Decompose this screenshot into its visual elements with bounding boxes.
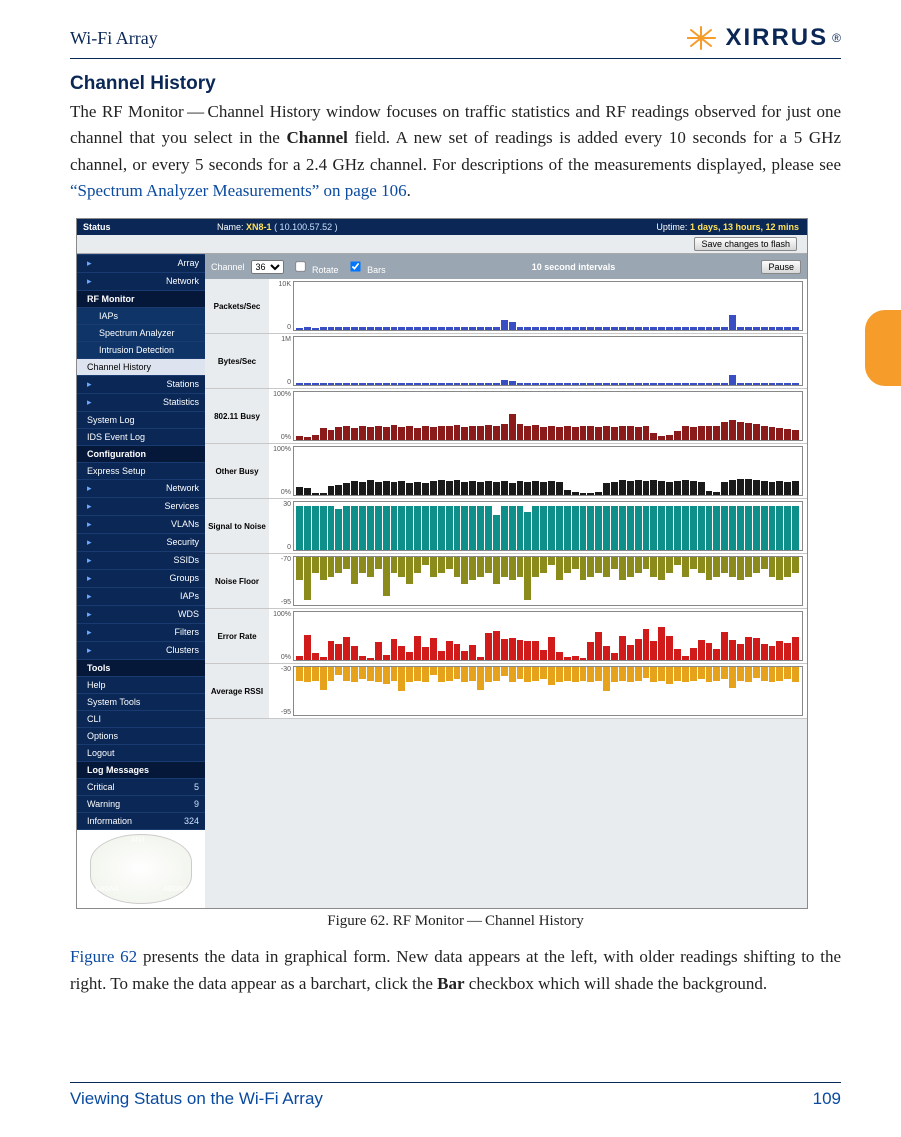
channel-label: Channel [211,262,245,272]
brand-logo: XIRRUS ® [687,24,841,52]
sidebar-item[interactable]: Array [77,254,205,272]
sidebar-item[interactable]: Security [77,533,205,551]
running-header: Wi-Fi Array XIRRUS [70,24,841,59]
iap-diagram: AN4 ABGN4 ABGN1 [77,829,205,908]
sidebar-item[interactable]: System Tools [77,693,205,710]
sidebar-item[interactable]: IAPs [77,587,205,605]
chart-plot [293,391,803,441]
chart-axis: 300 [269,499,293,553]
page-footer: Viewing Status on the Wi-Fi Array 109 [70,1082,841,1109]
device-name: Name: XN8-1 ( 10.100.57.52 ) [211,222,338,232]
sidebar-item[interactable]: Clusters [77,641,205,659]
chart-row: Average RSSI-30-95 [205,664,807,719]
sidebar-item[interactable]: Stations [77,375,205,393]
chart-plot [293,336,803,386]
sidebar-item[interactable]: IDS Event Log [77,428,205,445]
channel-select[interactable]: 36 [251,260,284,274]
section-heading: Channel History [70,73,841,95]
sidebar-item[interactable]: Help [77,676,205,693]
chart-axis: -30-95 [269,664,293,718]
save-button[interactable]: Save changes to flash [694,237,797,251]
screenshot-ui: Status Name: XN8-1 ( 10.100.57.52 ) Upti… [76,218,808,909]
xref-spectrum-analyzer[interactable]: “Spectrum Analyzer Measurements” on page… [70,181,407,200]
log-count[interactable]: Information324 [77,812,205,829]
status-label: Status [77,222,211,232]
sidebar-item[interactable]: Logout [77,744,205,761]
sidebar-item[interactable]: IAPs [77,307,205,324]
thumb-tab [865,310,901,386]
sidebar-item[interactable]: Channel History [77,358,205,375]
chart-row: Packets/Sec10K0 [205,279,807,334]
xref-figure-62[interactable]: Figure 62 [70,947,137,966]
sidebar-item[interactable]: Services [77,497,205,515]
chart-axis: 100%0% [269,389,293,443]
sidebar-item: RF Monitor [77,290,205,307]
chart-axis: -70-95 [269,554,293,608]
chart-label: Average RSSI [205,664,269,718]
chart-row: Error Rate100%0% [205,609,807,664]
sidebar-item[interactable]: Options [77,727,205,744]
chart-row: Signal to Noise300 [205,499,807,554]
figure-62: Status Name: XN8-1 ( 10.100.57.52 ) Upti… [70,218,841,930]
chart-axis: 100%0% [269,609,293,663]
uptime: Uptime: 1 days, 13 hours, 12 mins [656,222,807,232]
chart-axis: 1M0 [269,334,293,388]
header-title: Wi-Fi Array [70,28,158,49]
chart-plot [293,281,803,331]
chart-label: Bytes/Sec [205,334,269,388]
sidebar-item[interactable]: Filters [77,623,205,641]
interval-label: 10 second intervals [392,262,756,272]
sidebar: ArrayNetworkRF MonitorIAPsSpectrum Analy… [77,254,205,908]
log-count[interactable]: Critical5 [77,778,205,795]
chart-label: Packets/Sec [205,279,269,333]
sidebar-item[interactable]: WDS [77,605,205,623]
status-bar: Status Name: XN8-1 ( 10.100.57.52 ) Upti… [77,219,807,235]
sidebar-item[interactable]: Network [77,272,205,290]
chart-axis: 100%0% [269,444,293,498]
sidebar-item[interactable]: Statistics [77,393,205,411]
burst-icon [687,25,721,51]
sidebar-item[interactable]: SSIDs [77,551,205,569]
chart-label: Other Busy [205,444,269,498]
chart-row: 802.11 Busy100%0% [205,389,807,444]
sidebar-item[interactable]: Groups [77,569,205,587]
chart-toolbar: Channel 36 Rotate Bars 10 second interva… [205,254,807,279]
registered-mark: ® [832,31,841,45]
chart-label: Signal to Noise [205,499,269,553]
chart-plot [293,501,803,551]
chart-row: Bytes/Sec1M0 [205,334,807,389]
sidebar-item[interactable]: Spectrum Analyzer [77,324,205,341]
chart-plot [293,666,803,716]
sidebar-item[interactable]: VLANs [77,515,205,533]
sidebar-item[interactable]: Intrusion Detection [77,341,205,358]
sidebar-item[interactable]: Network [77,479,205,497]
sidebar-item[interactable]: System Log [77,411,205,428]
logo-text: XIRRUS [725,24,828,52]
chart-label: 802.11 Busy [205,389,269,443]
sidebar-item: Log Messages [77,761,205,778]
sidebar-item[interactable]: CLI [77,710,205,727]
chart-plot [293,556,803,606]
chart-row: Noise Floor-70-95 [205,554,807,609]
page-number: 109 [813,1089,841,1109]
chart-label: Noise Floor [205,554,269,608]
paragraph-1: The RF Monitor — Channel History window … [70,99,841,204]
chart-row: Other Busy100%0% [205,444,807,499]
chart-plot [293,446,803,496]
chart-plot [293,611,803,661]
footer-left: Viewing Status on the Wi-Fi Array [70,1089,323,1109]
sidebar-item: Configuration [77,445,205,462]
chart-label: Error Rate [205,609,269,663]
chart-axis: 10K0 [269,279,293,333]
log-count[interactable]: Warning9 [77,795,205,812]
sidebar-item[interactable]: Express Setup [77,462,205,479]
pause-button[interactable]: Pause [761,260,801,274]
paragraph-2: Figure 62 presents the data in graphical… [70,944,841,997]
rotate-checkbox[interactable]: Rotate [290,257,339,276]
bars-checkbox[interactable]: Bars [345,257,386,276]
sidebar-item: Tools [77,659,205,676]
figure-caption: Figure 62. RF Monitor — Channel History [70,913,841,930]
